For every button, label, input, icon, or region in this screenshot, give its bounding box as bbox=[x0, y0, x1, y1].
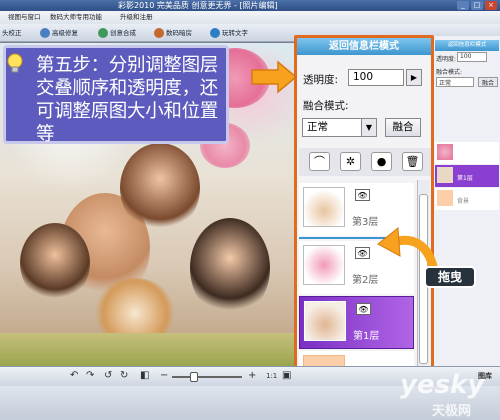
toolbar-repair-label: 高级修复 bbox=[52, 29, 78, 37]
eye-icon[interactable]: 👁 bbox=[356, 303, 371, 315]
toolbar-correct[interactable]: 头校正 bbox=[2, 27, 22, 39]
right-opacity-input[interactable]: 100 bbox=[457, 52, 487, 62]
blend-mode-label: 融合模式: bbox=[303, 100, 349, 112]
menu-bar: 视图与窗口 数码大师专用功能 升级和注册 bbox=[0, 11, 500, 24]
composite-icon bbox=[98, 28, 108, 38]
title-bar: 彩影2010 完美品质 创意更无界 - [照片编辑] _ □ × bbox=[0, 0, 500, 11]
toolbar-darkroom[interactable]: 数码暗房 bbox=[154, 27, 192, 39]
drag-label-text: 拖曳 bbox=[437, 270, 462, 284]
layer-thumbnail bbox=[303, 187, 345, 227]
right-panel-header-label: 返回信息栏模式 bbox=[447, 42, 487, 48]
circle-icon[interactable]: ● bbox=[371, 152, 392, 171]
right-layer-name: 第1层 bbox=[457, 175, 473, 182]
zoom-in-icon[interactable]: + bbox=[248, 370, 256, 381]
right-layer-name: 背景 bbox=[457, 198, 470, 205]
brush-icon[interactable]: ⌒ bbox=[309, 152, 330, 171]
right-layer-thumb bbox=[437, 190, 453, 206]
layer-thumbnail bbox=[304, 301, 346, 341]
grass bbox=[0, 333, 296, 366]
toolbar-repair[interactable]: 高级修复 bbox=[40, 27, 78, 39]
watermark-sub: 天极网 bbox=[432, 404, 472, 419]
fit-icon[interactable]: ▣ bbox=[282, 370, 291, 381]
toolbar-composite-label: 创意合成 bbox=[110, 29, 136, 37]
redo-icon[interactable]: ↷ bbox=[86, 370, 94, 381]
menu-master[interactable]: 数码大师专用功能 bbox=[50, 11, 102, 24]
eye-icon[interactable]: 👁 bbox=[355, 189, 370, 201]
minimize-button[interactable]: _ bbox=[457, 1, 469, 10]
right-layer-panel: 返回信息栏模式 透明度: 100 融合模式: 正常 融合 第1层 背景 bbox=[432, 36, 500, 366]
drag-label: 拖曳 bbox=[424, 266, 476, 288]
compare-icon[interactable]: ◧ bbox=[140, 370, 149, 381]
toolbar-composite[interactable]: 创意合成 bbox=[98, 27, 136, 39]
layer-thumbnail bbox=[303, 245, 345, 285]
right-layer-row-selected[interactable]: 第1层 bbox=[435, 165, 499, 187]
blend-mode-select[interactable]: 正常 ▼ bbox=[302, 118, 377, 137]
blend-button[interactable]: 融合 bbox=[385, 118, 421, 137]
right-opacity-label: 透明度: bbox=[436, 56, 457, 63]
watermark-right: 图库 bbox=[478, 372, 492, 380]
opacity-label: 透明度: bbox=[303, 74, 339, 86]
opacity-input[interactable]: 100 bbox=[348, 69, 404, 86]
chevron-down-icon[interactable]: ▼ bbox=[361, 119, 376, 136]
right-blend-select[interactable]: 正常 bbox=[436, 77, 474, 87]
right-layer-row[interactable]: 背景 bbox=[435, 188, 499, 210]
right-panel-header[interactable]: 返回信息栏模式 bbox=[435, 40, 499, 51]
toolbar-correct-label: 头校正 bbox=[2, 29, 22, 37]
instruction-callout: 第五步：分别调整图层交叠顺序和透明度，还可调整原图大小和位置等 bbox=[3, 45, 229, 145]
window-title: 彩影2010 完美品质 创意更无界 - [照片编辑] bbox=[118, 1, 278, 10]
layer-panel: 返回信息栏模式 透明度: 100 ▶ 融合模式: 正常 ▼ 融合 ⌒ ✲ ● 🗑… bbox=[294, 35, 434, 381]
toolbar-text[interactable]: 玩转文字 bbox=[210, 27, 248, 39]
zoom-slider[interactable] bbox=[172, 372, 242, 382]
woman-figure bbox=[120, 143, 200, 233]
right-blend-button[interactable]: 融合 bbox=[478, 77, 498, 87]
rotate-left-icon[interactable]: ↺ bbox=[104, 370, 112, 381]
instruction-text: 第五步：分别调整图层交叠顺序和透明度，还可调整原图大小和位置等 bbox=[36, 55, 219, 145]
opacity-slider-button[interactable]: ▶ bbox=[406, 69, 422, 86]
blend-mode-value: 正常 bbox=[307, 121, 328, 133]
right-layer-row[interactable] bbox=[435, 142, 499, 164]
boy-figure bbox=[20, 223, 90, 303]
right-layer-thumb bbox=[437, 167, 453, 183]
info-mode-button[interactable]: 返回信息栏模式 bbox=[297, 38, 431, 55]
layer-tool-row: ⌒ ✲ ● 🗑 bbox=[299, 148, 431, 176]
toolbar-darkroom-label: 数码暗房 bbox=[166, 29, 192, 37]
maximize-button[interactable]: □ bbox=[471, 1, 483, 10]
zoom-ratio[interactable]: 1:1 bbox=[266, 372, 277, 380]
zoom-out-icon[interactable]: − bbox=[160, 370, 168, 381]
close-button[interactable]: × bbox=[485, 1, 497, 10]
right-layer-thumb bbox=[437, 144, 453, 160]
puzzle-icon[interactable]: ✲ bbox=[340, 152, 361, 171]
arrow-right-icon bbox=[251, 60, 298, 94]
blend-button-label: 融合 bbox=[392, 121, 414, 133]
layer-row-selected[interactable]: 👁 第1层 bbox=[299, 296, 414, 349]
watermark-brand: yesky bbox=[400, 370, 485, 400]
rotate-right-icon[interactable]: ↻ bbox=[120, 370, 128, 381]
info-mode-label: 返回信息栏模式 bbox=[329, 41, 399, 52]
lightbulb-icon bbox=[7, 53, 23, 73]
right-blend-label: 融合模式: bbox=[436, 69, 463, 76]
undo-icon[interactable]: ↶ bbox=[70, 370, 78, 381]
trash-icon[interactable]: 🗑 bbox=[402, 152, 423, 171]
toolbar-text-label: 玩转文字 bbox=[222, 29, 248, 37]
layer-name: 第1层 bbox=[353, 331, 380, 342]
opacity-value: 100 bbox=[353, 71, 374, 83]
magic-icon bbox=[40, 28, 50, 38]
girl-figure bbox=[190, 218, 270, 318]
zoom-slider-handle[interactable] bbox=[190, 372, 198, 382]
menu-view[interactable]: 视图与窗口 bbox=[8, 11, 41, 24]
text-icon bbox=[210, 28, 220, 38]
eye-icon[interactable]: 👁 bbox=[355, 247, 370, 259]
menu-upgrade[interactable]: 升级和注册 bbox=[120, 11, 153, 24]
darkroom-icon bbox=[154, 28, 164, 38]
